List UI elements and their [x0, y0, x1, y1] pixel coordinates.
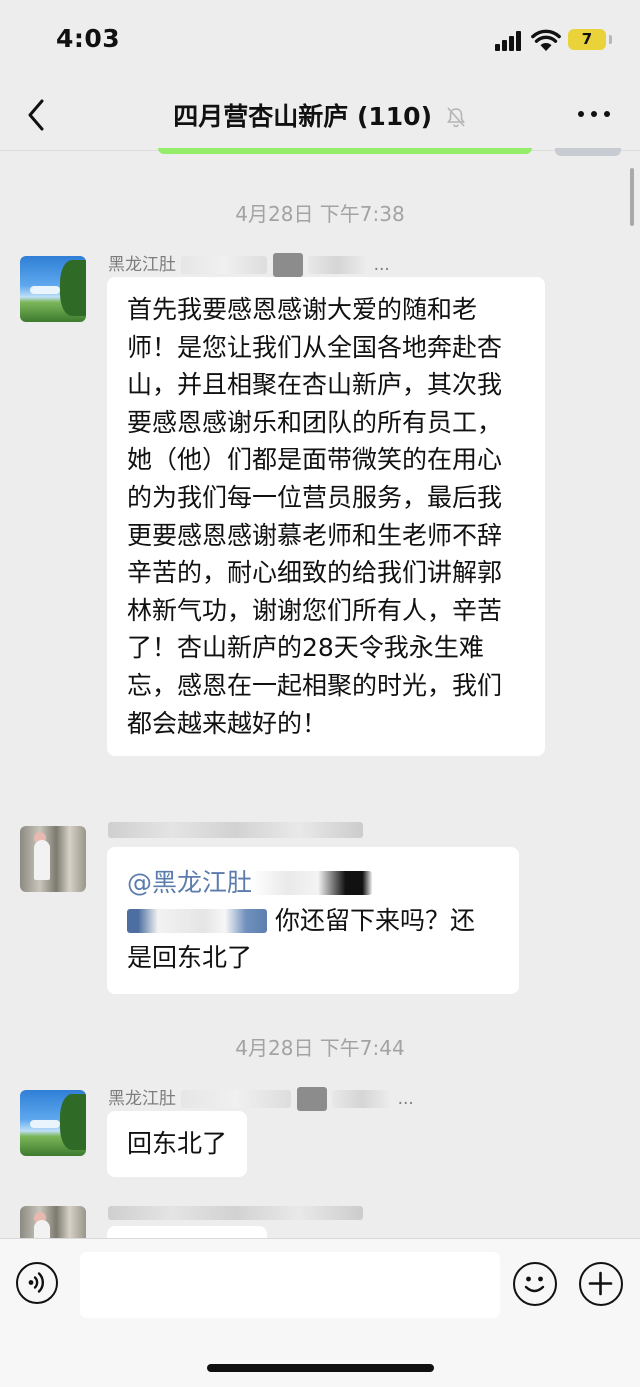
redacted-name: [108, 1206, 363, 1220]
redacted-name: [296, 1087, 327, 1111]
redacted-name: [108, 822, 363, 838]
ellipsis-icon[interactable]: [578, 110, 612, 120]
mention-text[interactable]: @黑龙江肚: [127, 868, 252, 897]
message-bubble[interactable]: @黑龙江肚 你还留下来吗？还是回东北了: [107, 847, 519, 994]
sender-name: 黑龙江肚 ...: [108, 250, 390, 277]
message-input[interactable]: [80, 1252, 500, 1318]
avatar[interactable]: [20, 826, 86, 892]
message-bubble[interactable]: 首先我要感恩感谢大爱的随和老师！是您让我们从全国各地奔赴杏山，并且相聚在杏山新庐…: [107, 277, 545, 757]
redacted-name: [181, 1090, 292, 1108]
sender-name-text: 黑龙江肚: [108, 1089, 176, 1109]
voice-icon[interactable]: [16, 1262, 58, 1304]
chat-title: 四月营杏山新庐 (110): [0, 97, 640, 133]
message-timestamp: 4月28日 下午7:38: [235, 202, 405, 226]
chat-header: 四月营杏山新庐 (110): [0, 80, 640, 151]
status-time: 4:03: [56, 24, 121, 53]
wifi-icon: [531, 29, 561, 51]
avatar[interactable]: [20, 1090, 86, 1156]
battery-level: 7: [581, 30, 593, 48]
redacted-name: [181, 256, 268, 274]
group-name: 四月营杏山新庐 (110): [173, 102, 433, 131]
home-indicator[interactable]: [207, 1364, 434, 1372]
previous-avatar: [555, 148, 621, 156]
plus-icon[interactable]: [579, 1262, 623, 1306]
redacted-name: [308, 256, 369, 274]
cellular-signal-icon: [495, 31, 525, 51]
avatar[interactable]: [20, 1206, 86, 1238]
sender-name: [108, 1203, 363, 1223]
redacted-name: [332, 1090, 393, 1108]
bell-off-icon: [446, 107, 465, 128]
emoji-icon[interactable]: [513, 1262, 557, 1306]
sender-name-text: 黑龙江肚: [108, 255, 176, 275]
sender-name-tail: ...: [397, 1089, 414, 1109]
redacted-mention: [252, 871, 373, 895]
avatar[interactable]: [20, 256, 86, 322]
message-text: 首先我要感恩感谢大爱的随和老师！是您让我们从全国各地奔赴杏山，并且相聚在杏山新庐…: [127, 295, 503, 738]
battery-tip: [609, 35, 612, 44]
message-text: 回东北了: [127, 1129, 228, 1158]
previous-message-bubble: [158, 148, 532, 154]
sender-name: [108, 820, 363, 840]
sender-name: 黑龙江肚 ...: [108, 1084, 414, 1111]
sender-name-tail: ...: [373, 255, 390, 275]
message-bubble[interactable]: 回东北了: [107, 1111, 248, 1177]
message-text: @黑龙江肚 你还留下来吗？还是回东北了: [127, 864, 499, 977]
status-bar: 4:03 7: [0, 0, 640, 80]
redacted-mention: [127, 908, 267, 933]
redacted-name: [272, 253, 303, 277]
battery-icon: 7: [568, 29, 606, 50]
message-timestamp: 4月28日 下午7:44: [235, 1036, 405, 1060]
